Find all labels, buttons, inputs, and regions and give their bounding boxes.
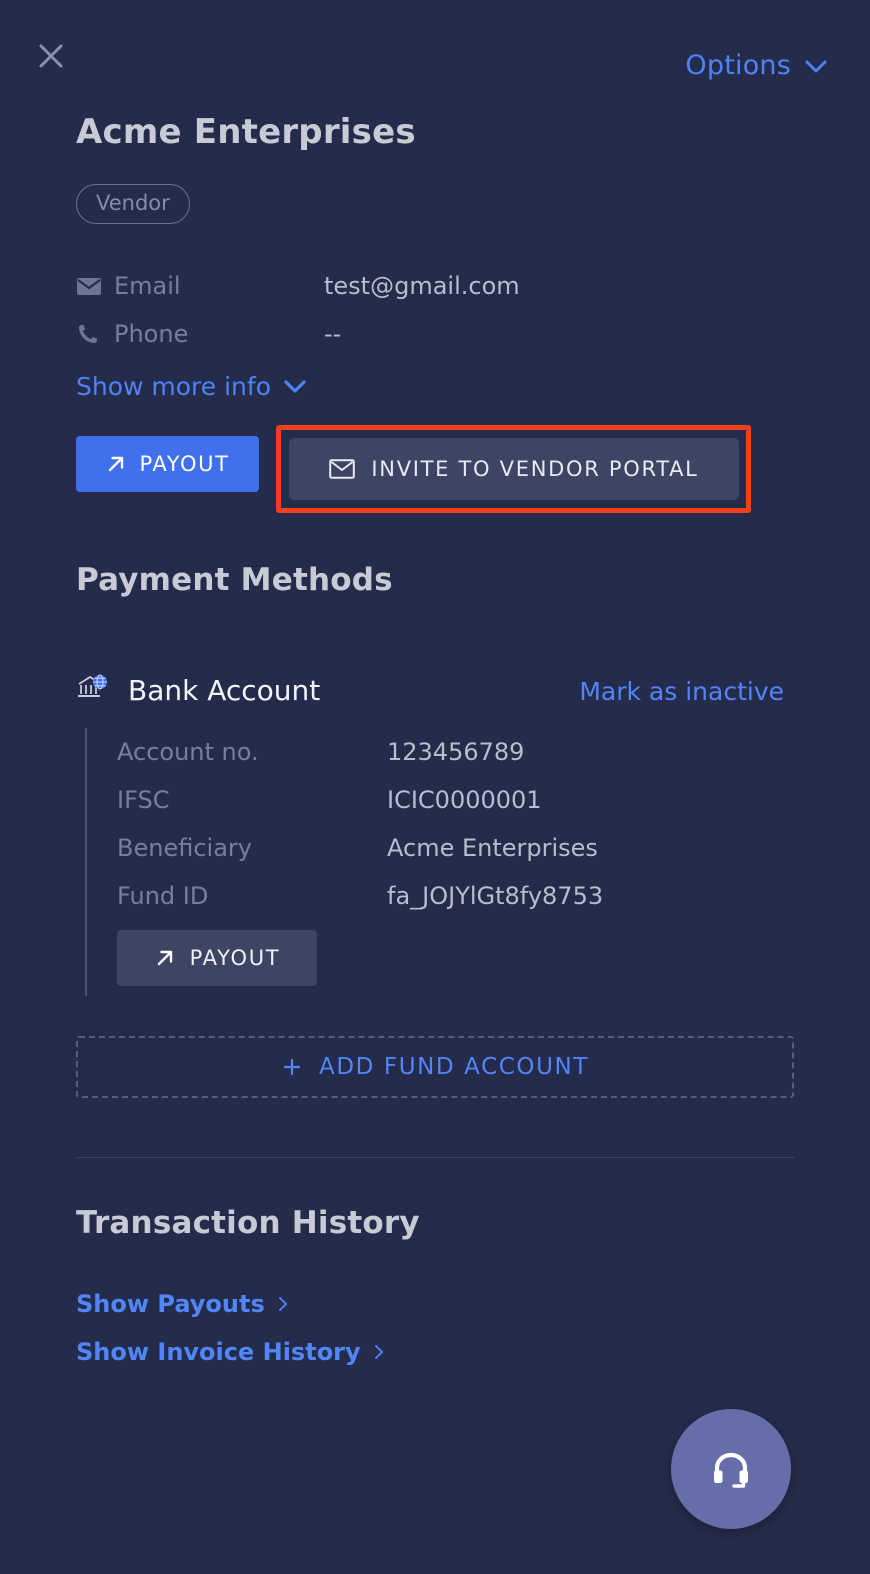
close-icon[interactable] [33, 38, 69, 74]
arrow-up-right-icon [109, 456, 124, 472]
page-title: Acme Enterprises [76, 112, 416, 152]
invite-to-vendor-portal-button[interactable]: INVITE TO VENDOR PORTAL [289, 438, 739, 500]
options-label: Options [685, 50, 791, 81]
detail-value: fa_JOJYlGt8fy8753 [387, 882, 604, 910]
detail-row-fund-id: Fund ID fa_JOJYlGt8fy8753 [117, 872, 603, 920]
detail-label: Fund ID [117, 882, 209, 910]
show-invoice-history-link[interactable]: Show Invoice History [76, 1338, 386, 1366]
vertical-rule [85, 728, 87, 996]
show-payouts-link[interactable]: Show Payouts [76, 1290, 290, 1318]
contact-label-email: Email [114, 272, 181, 300]
bank-account-name: Bank Account [128, 673, 321, 707]
contact-row-phone: Phone -- [76, 310, 696, 358]
bank-payout-label: PAYOUT [189, 946, 281, 970]
chevron-right-icon [278, 1297, 287, 1311]
section-divider [76, 1157, 794, 1158]
detail-row-ifsc: IFSC ICIC0000001 [117, 776, 603, 824]
contact-value-email: test@gmail.com [324, 272, 520, 300]
add-fund-account-label: ADD FUND ACCOUNT [319, 1054, 589, 1080]
envelope-icon [76, 276, 114, 296]
arrow-up-right-icon [157, 950, 172, 966]
phone-icon [76, 322, 114, 346]
detail-value: Acme Enterprises [387, 834, 598, 862]
add-fund-account-button[interactable]: ADD FUND ACCOUNT [76, 1036, 794, 1098]
options-dropdown-button[interactable]: Options [685, 50, 828, 81]
chevron-right-icon [374, 1345, 383, 1359]
show-invoice-history-label: Show Invoice History [76, 1338, 361, 1366]
payout-button-label: PAYOUT [139, 452, 230, 476]
mark-as-inactive-link[interactable]: Mark as inactive [579, 677, 784, 706]
invite-button-label: INVITE TO VENDOR PORTAL [371, 457, 699, 481]
headset-icon [714, 1452, 748, 1488]
detail-label: IFSC [117, 786, 170, 814]
show-more-info-link[interactable]: Show more info [76, 372, 307, 401]
detail-value: ICIC0000001 [387, 786, 542, 814]
vendor-detail-panel: Options Acme Enterprises Vendor Email te… [0, 0, 870, 1574]
payout-button[interactable]: PAYOUT [76, 436, 259, 492]
contact-label-phone: Phone [114, 320, 189, 348]
bank-payout-button[interactable]: PAYOUT [117, 930, 317, 986]
detail-value: 123456789 [387, 738, 525, 766]
show-more-info-label: Show more info [76, 372, 271, 401]
bank-account-header: Bank Account [76, 673, 320, 707]
detail-row-account-no: Account no. 123456789 [117, 728, 603, 776]
show-payouts-label: Show Payouts [76, 1290, 265, 1318]
chevron-down-icon [284, 379, 306, 393]
detail-row-beneficiary: Beneficiary Acme Enterprises [117, 824, 603, 872]
detail-label: Beneficiary [117, 834, 252, 862]
transaction-history-title: Transaction History [76, 1205, 420, 1241]
contact-value-phone: -- [324, 320, 342, 348]
bank-globe-icon [76, 673, 110, 707]
support-chat-button[interactable] [671, 1409, 791, 1529]
detail-label: Account no. [117, 738, 259, 766]
bank-account-details: Account no. 123456789 IFSC ICIC0000001 B… [85, 728, 603, 996]
contact-info: Email test@gmail.com Phone -- [76, 262, 696, 358]
plus-icon [283, 1058, 301, 1076]
status-badge: Vendor [76, 184, 190, 224]
contact-row-email: Email test@gmail.com [76, 262, 696, 310]
payment-methods-title: Payment Methods [76, 562, 393, 598]
envelope-icon [329, 459, 356, 479]
chevron-down-icon [805, 60, 827, 73]
